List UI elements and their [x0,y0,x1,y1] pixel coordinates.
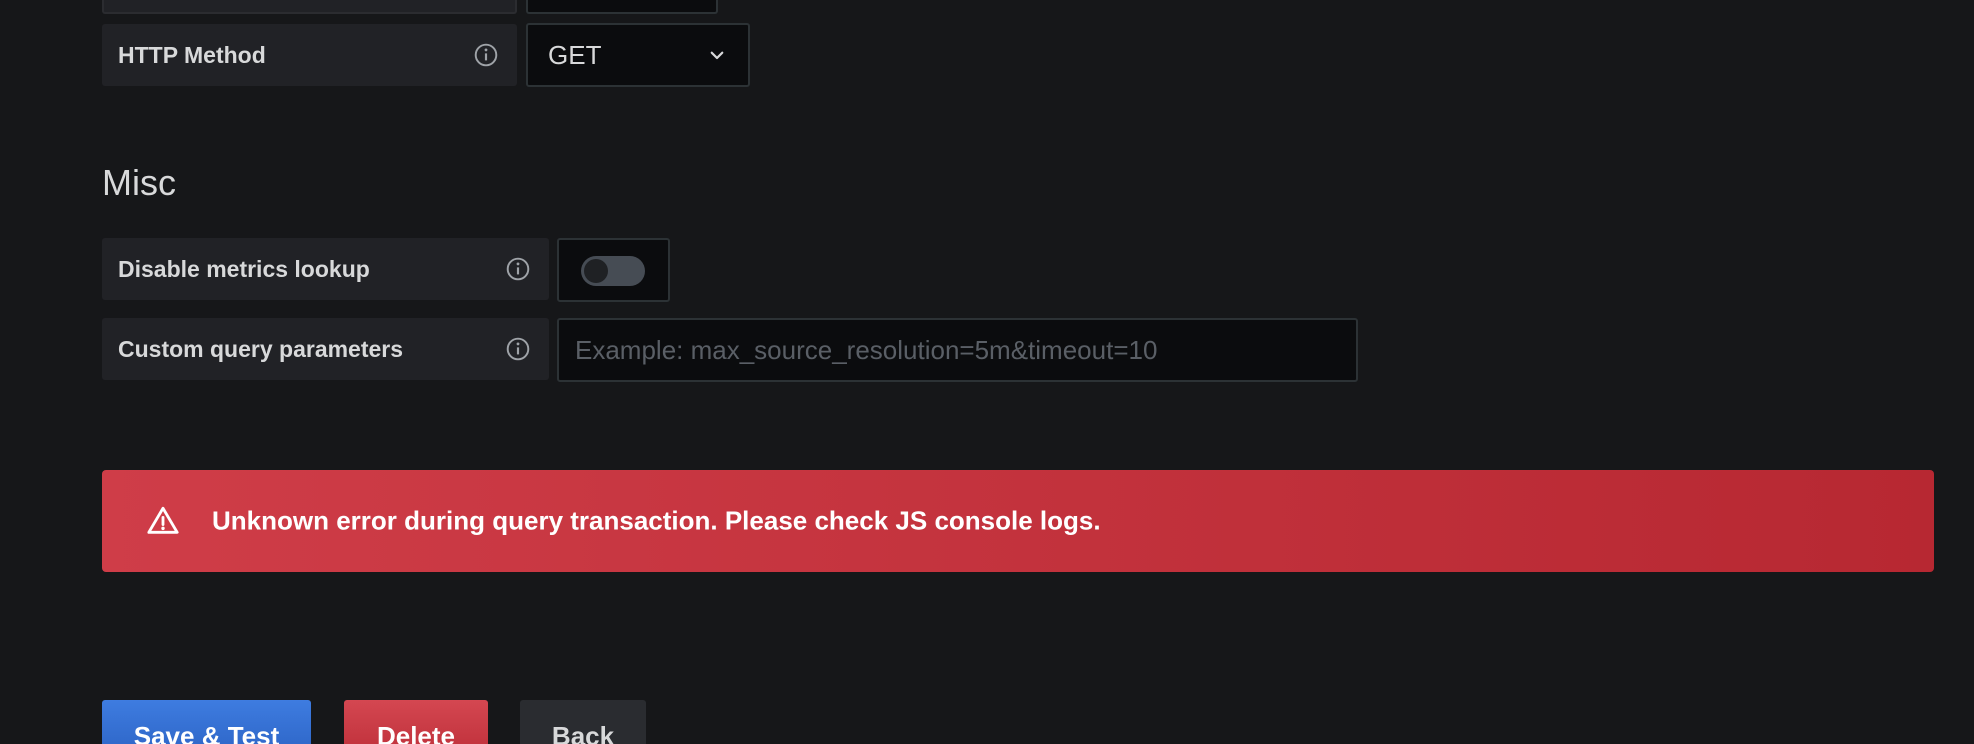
error-alert: Unknown error during query transaction. … [102,470,1934,572]
datasource-settings-page: HTTP Method GET Misc Disable metrics loo… [0,0,1974,744]
chevron-down-icon [710,51,724,60]
previous-field-label-stub [102,0,517,14]
previous-field-input-stub[interactable] [526,0,718,14]
custom-query-parameters-input[interactable] [557,318,1358,382]
delete-button[interactable]: Delete [344,700,488,744]
toggle-track[interactable] [581,256,645,286]
toggle-knob [584,259,608,283]
custom-query-parameters-label-text: Custom query parameters [118,335,404,362]
http-method-value: GET [548,39,602,70]
http-method-select[interactable]: GET [526,23,750,87]
save-and-test-button[interactable]: Save & Test [102,700,311,744]
info-icon[interactable] [473,42,499,68]
disable-metrics-lookup-label: Disable metrics lookup [102,238,549,300]
misc-section-title: Misc [102,162,176,203]
http-method-label: HTTP Method [102,24,517,86]
custom-query-parameters-label: Custom query parameters [102,318,549,380]
info-icon[interactable] [505,256,531,282]
disable-metrics-lookup-toggle[interactable] [557,238,670,302]
warning-icon [147,506,179,534]
back-button[interactable]: Back [520,700,646,744]
disable-metrics-lookup-label-text: Disable metrics lookup [118,255,370,282]
error-alert-message: Unknown error during query transaction. … [212,505,1101,536]
http-method-label-text: HTTP Method [118,41,266,68]
info-icon[interactable] [505,336,531,362]
